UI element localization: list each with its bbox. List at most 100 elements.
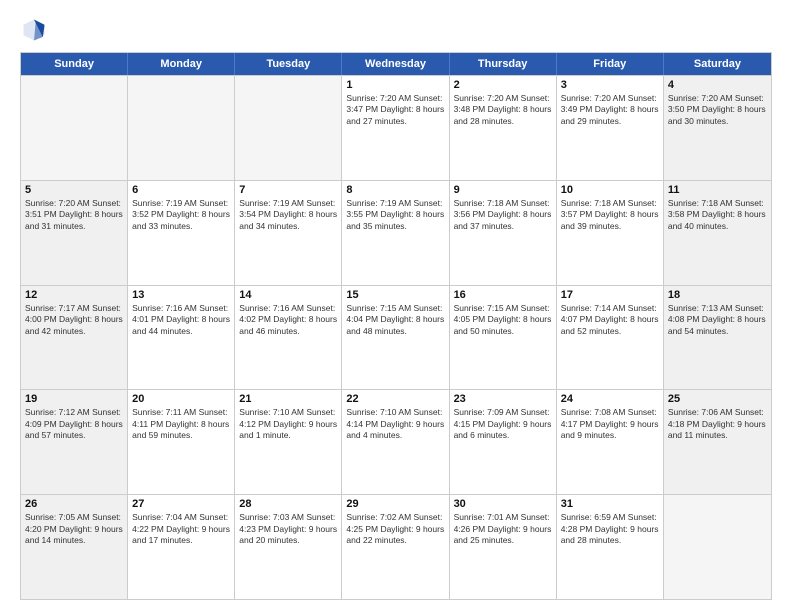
day-info: Sunrise: 7:15 AM Sunset: 4:04 PM Dayligh… xyxy=(346,303,444,337)
day-number: 8 xyxy=(346,184,444,196)
day-info: Sunrise: 7:14 AM Sunset: 4:07 PM Dayligh… xyxy=(561,303,659,337)
day-cell: 29 Sunrise: 7:02 AM Sunset: 4:25 PM Dayli… xyxy=(342,495,449,599)
day-number: 10 xyxy=(561,184,659,196)
day-cell: 24 Sunrise: 7:08 AM Sunset: 4:17 PM Dayli… xyxy=(557,390,664,494)
day-info: Sunrise: 7:19 AM Sunset: 3:52 PM Dayligh… xyxy=(132,198,230,232)
day-info: Sunrise: 7:20 AM Sunset: 3:47 PM Dayligh… xyxy=(346,93,444,127)
header-day-saturday: Saturday xyxy=(664,53,771,75)
day-cell: 11 Sunrise: 7:18 AM Sunset: 3:58 PM Dayli… xyxy=(664,181,771,285)
calendar: SundayMondayTuesdayWednesdayThursdayFrid… xyxy=(20,52,772,600)
day-cell: 7 Sunrise: 7:19 AM Sunset: 3:54 PM Daylig… xyxy=(235,181,342,285)
day-info: Sunrise: 7:09 AM Sunset: 4:15 PM Dayligh… xyxy=(454,407,552,441)
day-number: 21 xyxy=(239,393,337,405)
day-cell: 3Sunrise: 7:20 AM Sunset: 3:49 PM Daylig… xyxy=(557,76,664,180)
day-info: Sunrise: 7:20 AM Sunset: 3:50 PM Dayligh… xyxy=(668,93,767,127)
day-number: 5 xyxy=(25,184,123,196)
day-info: Sunrise: 7:18 AM Sunset: 3:57 PM Dayligh… xyxy=(561,198,659,232)
week-row-1: 1Sunrise: 7:20 AM Sunset: 3:47 PM Daylig… xyxy=(21,75,771,180)
day-cell: 19 Sunrise: 7:12 AM Sunset: 4:09 PM Dayli… xyxy=(21,390,128,494)
day-number: 16 xyxy=(454,289,552,301)
day-cell: 16Sunrise: 7:15 AM Sunset: 4:05 PM Dayli… xyxy=(450,286,557,390)
day-number: 6 xyxy=(132,184,230,196)
calendar-header-row: SundayMondayTuesdayWednesdayThursdayFrid… xyxy=(21,53,771,75)
day-cell: 18 Sunrise: 7:13 AM Sunset: 4:08 PM Dayli… xyxy=(664,286,771,390)
day-number: 19 xyxy=(25,393,123,405)
day-number: 7 xyxy=(239,184,337,196)
day-cell: 23 Sunrise: 7:09 AM Sunset: 4:15 PM Dayli… xyxy=(450,390,557,494)
day-info: Sunrise: 7:20 AM Sunset: 3:49 PM Dayligh… xyxy=(561,93,659,127)
day-info: Sunrise: 7:04 AM Sunset: 4:22 PM Dayligh… xyxy=(132,512,230,546)
day-info: Sunrise: 7:18 AM Sunset: 3:56 PM Dayligh… xyxy=(454,198,552,232)
day-number: 12 xyxy=(25,289,123,301)
day-number: 23 xyxy=(454,393,552,405)
day-info: Sunrise: 7:12 AM Sunset: 4:09 PM Dayligh… xyxy=(25,407,123,441)
day-cell: 6 Sunrise: 7:19 AM Sunset: 3:52 PM Daylig… xyxy=(128,181,235,285)
day-info: Sunrise: 7:10 AM Sunset: 4:12 PM Dayligh… xyxy=(239,407,337,441)
day-number: 24 xyxy=(561,393,659,405)
header-day-tuesday: Tuesday xyxy=(235,53,342,75)
week-row-2: 5 Sunrise: 7:20 AM Sunset: 3:51 PM Daylig… xyxy=(21,180,771,285)
day-cell xyxy=(21,76,128,180)
day-number: 29 xyxy=(346,498,444,510)
header-day-monday: Monday xyxy=(128,53,235,75)
day-cell: 21 Sunrise: 7:10 AM Sunset: 4:12 PM Dayli… xyxy=(235,390,342,494)
day-number: 27 xyxy=(132,498,230,510)
page: SundayMondayTuesdayWednesdayThursdayFrid… xyxy=(0,0,792,612)
day-number: 15 xyxy=(346,289,444,301)
day-number: 22 xyxy=(346,393,444,405)
calendar-body: 1Sunrise: 7:20 AM Sunset: 3:47 PM Daylig… xyxy=(21,75,771,599)
day-number: 31 xyxy=(561,498,659,510)
day-cell: 17 Sunrise: 7:14 AM Sunset: 4:07 PM Dayli… xyxy=(557,286,664,390)
day-info: Sunrise: 7:05 AM Sunset: 4:20 PM Dayligh… xyxy=(25,512,123,546)
day-info: Sunrise: 7:11 AM Sunset: 4:11 PM Dayligh… xyxy=(132,407,230,441)
day-number: 13 xyxy=(132,289,230,301)
day-cell: 20 Sunrise: 7:11 AM Sunset: 4:11 PM Dayli… xyxy=(128,390,235,494)
day-cell: 2 Sunrise: 7:20 AM Sunset: 3:48 PM Daylig… xyxy=(450,76,557,180)
day-info: Sunrise: 7:01 AM Sunset: 4:26 PM Dayligh… xyxy=(454,512,552,546)
day-info: Sunrise: 7:20 AM Sunset: 3:51 PM Dayligh… xyxy=(25,198,123,232)
day-cell: 9Sunrise: 7:18 AM Sunset: 3:56 PM Daylig… xyxy=(450,181,557,285)
header xyxy=(20,16,772,44)
week-row-3: 12 Sunrise: 7:17 AM Sunset: 4:00 PM Dayli… xyxy=(21,285,771,390)
day-number: 4 xyxy=(668,79,767,91)
day-number: 2 xyxy=(454,79,552,91)
day-info: Sunrise: 6:59 AM Sunset: 4:28 PM Dayligh… xyxy=(561,512,659,546)
day-number: 18 xyxy=(668,289,767,301)
day-number: 20 xyxy=(132,393,230,405)
day-number: 11 xyxy=(668,184,767,196)
week-row-5: 26 Sunrise: 7:05 AM Sunset: 4:20 PM Dayli… xyxy=(21,494,771,599)
day-number: 25 xyxy=(668,393,767,405)
day-cell: 22 Sunrise: 7:10 AM Sunset: 4:14 PM Dayli… xyxy=(342,390,449,494)
day-cell: 27 Sunrise: 7:04 AM Sunset: 4:22 PM Dayli… xyxy=(128,495,235,599)
day-cell: 25 Sunrise: 7:06 AM Sunset: 4:18 PM Dayli… xyxy=(664,390,771,494)
day-cell: 14Sunrise: 7:16 AM Sunset: 4:02 PM Dayli… xyxy=(235,286,342,390)
header-day-thursday: Thursday xyxy=(450,53,557,75)
header-day-friday: Friday xyxy=(557,53,664,75)
day-cell: 15 Sunrise: 7:15 AM Sunset: 4:04 PM Dayli… xyxy=(342,286,449,390)
day-number: 26 xyxy=(25,498,123,510)
day-info: Sunrise: 7:18 AM Sunset: 3:58 PM Dayligh… xyxy=(668,198,767,232)
week-row-4: 19 Sunrise: 7:12 AM Sunset: 4:09 PM Dayli… xyxy=(21,389,771,494)
day-info: Sunrise: 7:02 AM Sunset: 4:25 PM Dayligh… xyxy=(346,512,444,546)
day-info: Sunrise: 7:08 AM Sunset: 4:17 PM Dayligh… xyxy=(561,407,659,441)
day-cell: 1Sunrise: 7:20 AM Sunset: 3:47 PM Daylig… xyxy=(342,76,449,180)
day-info: Sunrise: 7:20 AM Sunset: 3:48 PM Dayligh… xyxy=(454,93,552,127)
day-info: Sunrise: 7:17 AM Sunset: 4:00 PM Dayligh… xyxy=(25,303,123,337)
day-cell: 31 Sunrise: 6:59 AM Sunset: 4:28 PM Dayli… xyxy=(557,495,664,599)
day-info: Sunrise: 7:10 AM Sunset: 4:14 PM Dayligh… xyxy=(346,407,444,441)
day-number: 28 xyxy=(239,498,337,510)
day-cell: 5 Sunrise: 7:20 AM Sunset: 3:51 PM Daylig… xyxy=(21,181,128,285)
day-info: Sunrise: 7:13 AM Sunset: 4:08 PM Dayligh… xyxy=(668,303,767,337)
day-number: 30 xyxy=(454,498,552,510)
header-day-sunday: Sunday xyxy=(21,53,128,75)
day-info: Sunrise: 7:19 AM Sunset: 3:55 PM Dayligh… xyxy=(346,198,444,232)
day-info: Sunrise: 7:19 AM Sunset: 3:54 PM Dayligh… xyxy=(239,198,337,232)
day-cell: 26 Sunrise: 7:05 AM Sunset: 4:20 PM Dayli… xyxy=(21,495,128,599)
day-number: 17 xyxy=(561,289,659,301)
day-info: Sunrise: 7:06 AM Sunset: 4:18 PM Dayligh… xyxy=(668,407,767,441)
header-day-wednesday: Wednesday xyxy=(342,53,449,75)
day-cell: 4 Sunrise: 7:20 AM Sunset: 3:50 PM Daylig… xyxy=(664,76,771,180)
day-info: Sunrise: 7:16 AM Sunset: 4:02 PM Dayligh… xyxy=(239,303,337,337)
day-cell xyxy=(235,76,342,180)
day-cell: 12 Sunrise: 7:17 AM Sunset: 4:00 PM Dayli… xyxy=(21,286,128,390)
